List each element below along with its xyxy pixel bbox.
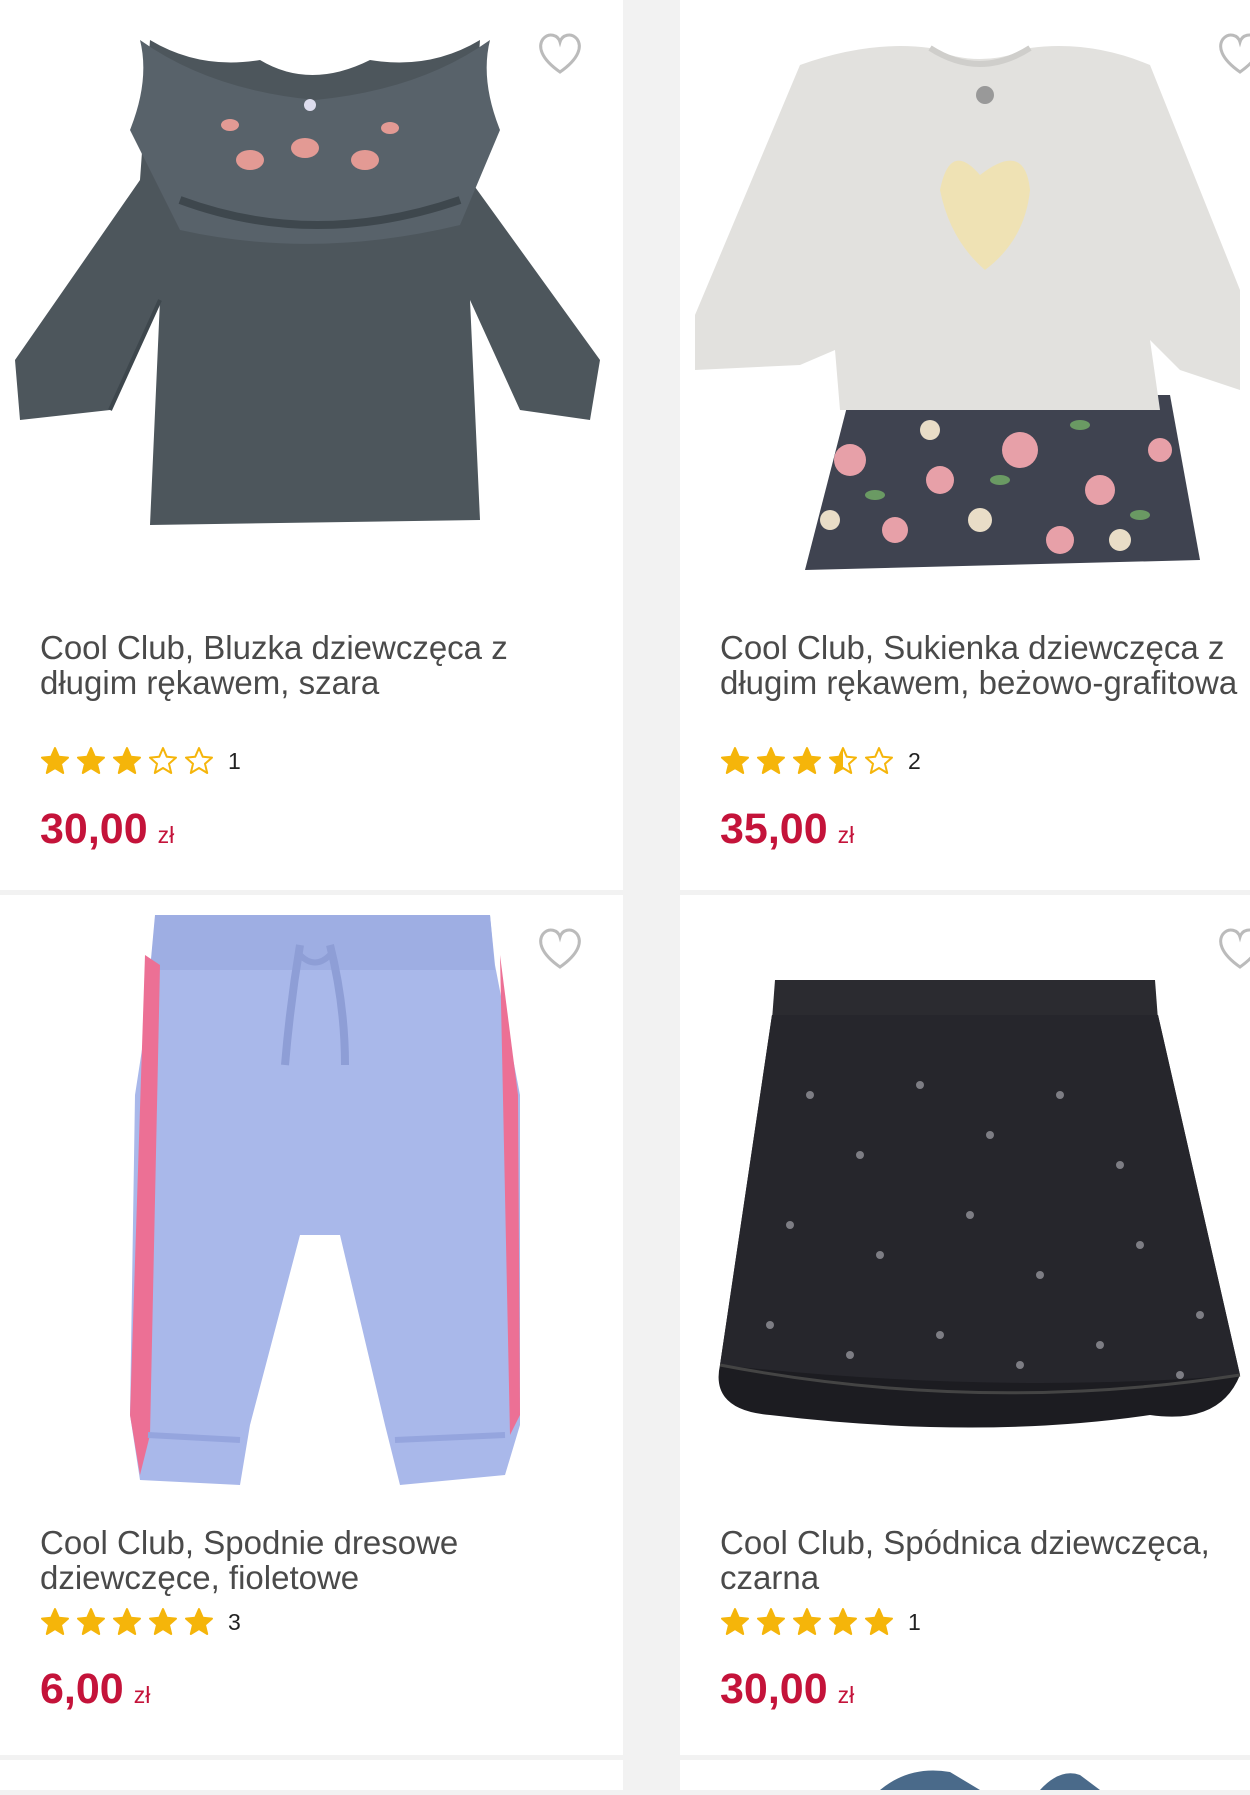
product-card[interactable]: Cool Club, Spódnica dziewczęca, czarna 1… (680, 895, 1250, 1755)
star-icon (793, 1608, 821, 1635)
product-title[interactable]: Cool Club, Spodnie dresowe dziewczęce, f… (40, 1525, 613, 1595)
star-icon (721, 747, 749, 774)
star-icon (149, 1608, 177, 1635)
star-icon (41, 747, 69, 774)
product-card[interactable]: Cool Club, Sukienka dziewczęca z długim … (680, 0, 1250, 890)
product-card[interactable]: Cool Club, Bluzka dziewczęca z długim rę… (0, 0, 623, 890)
star-icon (793, 747, 821, 774)
product-price: 6,00 zł (40, 1665, 150, 1714)
product-title[interactable]: Cool Club, Sukienka dziewczęca z długim … (720, 630, 1240, 700)
rating: 1 (40, 746, 241, 776)
product-image[interactable] (680, 0, 1250, 580)
product-title[interactable]: Cool Club, Bluzka dziewczęca z długim rę… (40, 630, 613, 700)
star-icon (757, 1608, 785, 1635)
star-icon (829, 747, 857, 774)
product-image[interactable] (0, 0, 623, 560)
product-price: 30,00 zł (40, 805, 174, 854)
rating-count: 2 (908, 747, 921, 774)
product-image[interactable] (680, 895, 1250, 1505)
star-icon (829, 1608, 857, 1635)
rating-count: 3 (228, 1608, 241, 1635)
rating: 3 (40, 1607, 241, 1637)
heart-outline-icon[interactable] (535, 30, 585, 76)
product-grid: Cool Club, Bluzka dziewczęca z długim rę… (0, 0, 1250, 1790)
price-value: 30,00 (720, 1665, 828, 1713)
price-value: 35,00 (720, 805, 828, 853)
product-image (880, 1770, 1100, 1790)
price-currency: zł (837, 822, 855, 848)
rating: 1 (720, 1607, 921, 1637)
star-icon (721, 1608, 749, 1635)
star-icon (865, 747, 893, 774)
star-icon (185, 747, 213, 774)
rating-count: 1 (908, 1608, 921, 1635)
star-icon (865, 1608, 893, 1635)
product-image[interactable] (0, 895, 623, 1505)
star-icon (77, 1608, 105, 1635)
product-price: 35,00 zł (720, 805, 854, 854)
rating: 2 (720, 746, 921, 776)
star-icon (757, 747, 785, 774)
star-icon (77, 747, 105, 774)
star-icon (149, 747, 177, 774)
price-value: 6,00 (40, 1665, 124, 1713)
star-icon (113, 747, 141, 774)
heart-outline-icon[interactable] (535, 925, 585, 971)
heart-outline-icon[interactable] (1215, 925, 1250, 971)
price-value: 30,00 (40, 805, 148, 853)
price-currency: zł (157, 822, 175, 848)
product-card[interactable]: Cool Club, Spodnie dresowe dziewczęce, f… (0, 895, 623, 1755)
product-price: 30,00 zł (720, 1665, 854, 1714)
star-icon (113, 1608, 141, 1635)
price-currency: zł (133, 1682, 151, 1708)
product-title[interactable]: Cool Club, Spódnica dziewczęca, czarna (720, 1525, 1240, 1595)
star-icon (41, 1608, 69, 1635)
product-card-partial[interactable] (0, 1760, 623, 1790)
heart-outline-icon[interactable] (1215, 30, 1250, 76)
star-icon (185, 1608, 213, 1635)
price-currency: zł (837, 1682, 855, 1708)
rating-count: 1 (228, 747, 241, 774)
product-card-partial[interactable] (680, 1760, 1250, 1790)
